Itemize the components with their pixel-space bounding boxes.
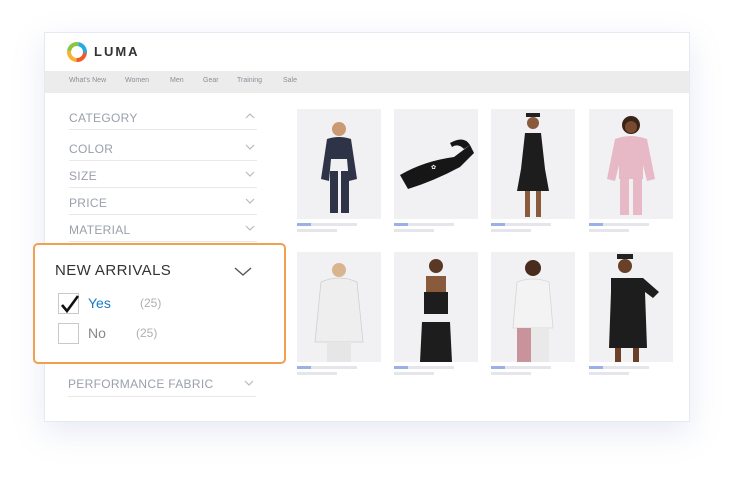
chevron-down-icon — [245, 225, 255, 231]
product-image[interactable] — [394, 252, 478, 362]
chevron-down-icon — [244, 380, 254, 386]
filter-label: COLOR — [69, 142, 114, 156]
filter-label: PERFORMANCE FABRIC — [68, 377, 214, 391]
nav-item-gear[interactable]: Gear — [203, 77, 219, 84]
filter-category[interactable]: CATEGORY — [69, 103, 257, 130]
chevron-down-icon — [245, 198, 255, 204]
product-image[interactable] — [589, 252, 673, 362]
new-arrivals-title[interactable]: NEW ARRIVALS — [55, 262, 171, 279]
filter-size[interactable]: SIZE — [69, 161, 257, 188]
filter-color[interactable]: COLOR — [69, 134, 257, 161]
filter-label: MATERIAL — [69, 223, 131, 237]
nav-item-women[interactable]: Women — [125, 77, 149, 84]
filter-label: CATEGORY — [69, 111, 138, 125]
product-image[interactable]: ✿ — [394, 109, 478, 219]
brand-name[interactable]: LUMA — [94, 44, 140, 59]
chevron-up-icon — [245, 113, 255, 119]
checkmark-icon — [61, 295, 80, 314]
checkbox-yes[interactable] — [58, 293, 80, 314]
filter-label: SIZE — [69, 169, 97, 183]
nav-item-sale[interactable]: Sale — [283, 77, 297, 84]
chevron-down-icon — [245, 171, 255, 177]
chevron-down-icon[interactable] — [234, 266, 252, 277]
nav-item-training[interactable]: Training — [237, 77, 262, 84]
product-image[interactable] — [491, 252, 575, 362]
filter-price[interactable]: PRICE — [69, 188, 257, 215]
product-image[interactable] — [589, 109, 673, 219]
filter-material[interactable]: MATERIAL — [69, 215, 257, 242]
stage: LUMA What's New Women Men Gear Training … — [0, 0, 735, 489]
filter-performance-fabric[interactable]: PERFORMANCE FABRIC — [68, 373, 256, 397]
nav-item-men[interactable]: Men — [170, 77, 184, 84]
site-header: LUMA — [45, 33, 689, 71]
svg-text:✿: ✿ — [431, 164, 436, 171]
product-image[interactable] — [491, 109, 575, 219]
nav-item-whats-new[interactable]: What's New — [69, 77, 106, 84]
product-image[interactable] — [297, 252, 381, 362]
option-label[interactable]: No — [88, 325, 106, 341]
luma-logo-icon[interactable] — [67, 42, 87, 62]
new-arrivals-filter: NEW ARRIVALS Yes (25) No (25) — [33, 243, 286, 364]
option-count: (25) — [136, 326, 158, 340]
chevron-down-icon — [245, 144, 255, 150]
product-image[interactable] — [297, 109, 381, 219]
option-count: (25) — [140, 296, 162, 310]
checkbox-no[interactable] — [58, 323, 79, 344]
filter-label: PRICE — [69, 196, 108, 210]
main-nav: What's New Women Men Gear Training Sale — [45, 71, 689, 93]
option-yes[interactable]: Yes (25) — [58, 293, 258, 315]
option-no[interactable]: No (25) — [58, 323, 258, 345]
option-label[interactable]: Yes — [88, 295, 111, 311]
